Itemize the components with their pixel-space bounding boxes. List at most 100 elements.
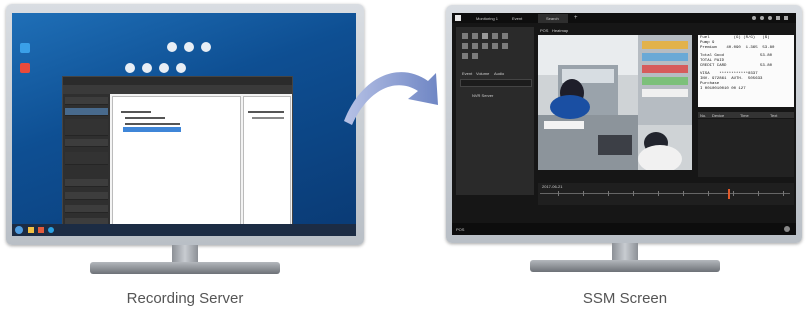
tree-row[interactable] xyxy=(248,111,284,113)
right-monitor-base xyxy=(530,260,720,272)
sidebar-sublist xyxy=(65,152,108,165)
timeline-cursor[interactable] xyxy=(728,189,730,199)
camera-icon xyxy=(142,63,152,73)
tool-icon[interactable] xyxy=(492,43,498,49)
tool-icon[interactable] xyxy=(472,43,478,49)
camera-icon xyxy=(201,42,211,52)
assigned-device-panel xyxy=(243,96,291,228)
folder-icon[interactable] xyxy=(28,227,34,233)
tool-icon[interactable] xyxy=(502,33,508,39)
timeline-tick xyxy=(783,191,784,196)
subtab-pos[interactable]: POS xyxy=(540,28,548,33)
window-title-bar xyxy=(63,77,292,85)
sidebar-item[interactable] xyxy=(65,108,108,116)
left-monitor-base xyxy=(90,262,280,274)
minimize-icon[interactable] xyxy=(776,16,780,20)
recording-server-window xyxy=(62,76,293,236)
tool-icon[interactable] xyxy=(502,43,508,49)
ssm-screen-caption: SSM Screen xyxy=(582,290,668,307)
close-icon[interactable] xyxy=(784,16,788,20)
timeline-tick xyxy=(558,191,559,196)
tool-icon[interactable] xyxy=(462,33,468,39)
sidebar-item[interactable] xyxy=(65,179,108,187)
device-tree-panel xyxy=(112,96,241,228)
event-list-header: No. Device Time Text xyxy=(698,112,794,118)
timeline-tick xyxy=(583,191,584,196)
timeline-date[interactable]: 2017-06-21 xyxy=(542,184,562,189)
tool-icon-grid xyxy=(462,33,522,61)
sidebar-sublist xyxy=(65,119,108,136)
sidebar-item[interactable] xyxy=(65,97,108,105)
cctv-camera-image xyxy=(538,35,692,173)
tool-icon[interactable] xyxy=(492,33,498,39)
status-pos-label: POS xyxy=(456,227,465,232)
left-monitor-screen xyxy=(12,13,356,236)
help-icon[interactable] xyxy=(768,16,772,20)
tab-search[interactable]: Search xyxy=(546,16,559,21)
sidebar-item[interactable] xyxy=(65,139,108,147)
tree-row[interactable] xyxy=(121,111,151,113)
camera-icon xyxy=(184,42,194,52)
start-button-icon[interactable] xyxy=(15,226,23,234)
tool-icon[interactable] xyxy=(472,33,478,39)
app-icon[interactable] xyxy=(48,227,54,233)
transfer-arrow xyxy=(344,72,438,125)
browser-icon[interactable] xyxy=(38,227,44,233)
right-monitor-neck xyxy=(612,243,638,261)
tool-icon[interactable] xyxy=(462,43,468,49)
timeline-tick xyxy=(658,191,659,196)
receipt-line: CREDIT CARD 53.80 xyxy=(700,64,773,68)
event-list xyxy=(698,119,794,177)
settings-icon[interactable] xyxy=(784,226,790,232)
receipt-line: Premium 40.090 1.365 53.80 xyxy=(700,46,775,50)
col-time[interactable]: Time xyxy=(740,113,749,118)
timeline-tick xyxy=(683,191,684,196)
tab-event[interactable]: Event xyxy=(512,16,522,21)
tree-row[interactable] xyxy=(125,123,180,125)
camera-icon xyxy=(125,63,135,73)
panel-tab-volume[interactable]: Volume xyxy=(476,71,489,76)
camera-icon xyxy=(176,63,186,73)
ssm-left-panel: Event Volume Audio NVR Server xyxy=(456,27,534,195)
timeline-tick xyxy=(608,191,609,196)
panel-tab-event[interactable]: Event xyxy=(462,71,472,76)
left-monitor-neck xyxy=(172,245,198,263)
video-view xyxy=(538,35,692,173)
timeline-axis xyxy=(540,193,790,194)
camera-icon xyxy=(159,63,169,73)
add-tab-icon[interactable]: + xyxy=(574,15,578,21)
ssm-tab-bar: Monitoring 1 Event Search + xyxy=(452,13,796,23)
right-monitor-screen: Monitoring 1 Event Search + POS Heatmap xyxy=(452,13,796,235)
app-logo-icon xyxy=(455,15,461,21)
tool-icon[interactable] xyxy=(472,53,478,59)
panel-tab-audio[interactable]: Audio xyxy=(494,71,504,76)
window-controls[interactable] xyxy=(752,16,792,20)
ssm-status-bar: POS xyxy=(452,223,796,235)
camera-icon xyxy=(167,42,177,52)
timeline-tick xyxy=(708,191,709,196)
recording-server-caption: Recording Server xyxy=(126,290,244,307)
tree-row[interactable] xyxy=(252,117,284,119)
pos-receipt-panel: Fuel (G) (R/G) ($) Pump 9 Premium 40.090… xyxy=(698,35,794,107)
tool-icon[interactable] xyxy=(482,43,488,49)
tree-row-selected[interactable] xyxy=(123,127,181,132)
tree-row[interactable] xyxy=(125,117,165,119)
col-text[interactable]: Text xyxy=(770,113,777,118)
tool-icon[interactable] xyxy=(462,53,468,59)
col-no[interactable]: No. xyxy=(700,113,706,118)
desktop-app-icon xyxy=(20,63,30,73)
desktop-app-icon xyxy=(20,43,30,53)
tree-item-nvr-server[interactable]: NVR Server xyxy=(472,93,493,98)
server-sidebar xyxy=(63,94,110,236)
subtab-heatmap[interactable]: Heatmap xyxy=(552,28,568,33)
col-device[interactable]: Device xyxy=(712,113,724,118)
tab-monitoring[interactable]: Monitoring 1 xyxy=(476,16,498,21)
sidebar-item[interactable] xyxy=(65,192,108,200)
tool-icon[interactable] xyxy=(482,33,488,39)
gear-icon[interactable] xyxy=(760,16,764,20)
timeline-tick xyxy=(758,191,759,196)
user-icon[interactable] xyxy=(752,16,756,20)
panel-search-input[interactable] xyxy=(460,79,532,87)
timeline-tick xyxy=(733,191,734,196)
sidebar-item[interactable] xyxy=(65,205,108,213)
